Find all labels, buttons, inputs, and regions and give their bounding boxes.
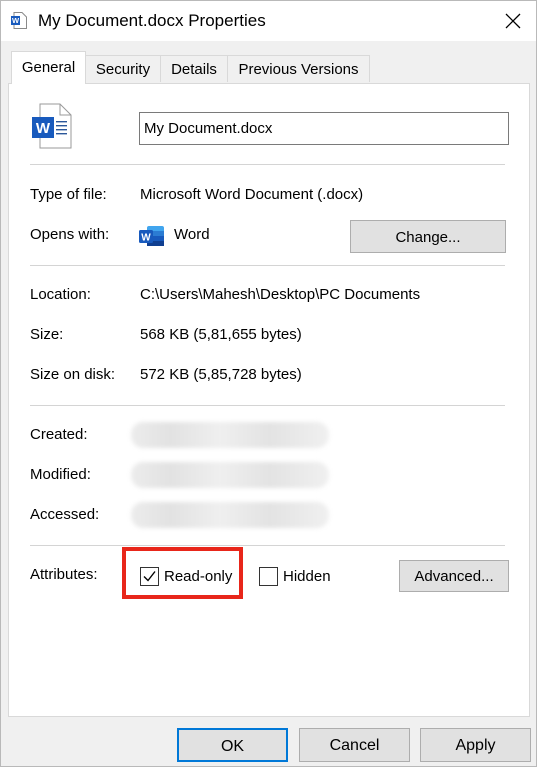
title-bar: W My Document.docx Properties bbox=[1, 1, 536, 41]
word-document-icon: W bbox=[32, 103, 72, 149]
hidden-checkbox[interactable] bbox=[259, 567, 278, 586]
modified-label: Modified: bbox=[30, 466, 91, 483]
accessed-label: Accessed: bbox=[30, 506, 100, 523]
modified-value-blurred bbox=[131, 462, 329, 488]
tab-previous-versions-label: Previous Versions bbox=[238, 61, 359, 78]
change-button[interactable]: Change... bbox=[350, 220, 506, 253]
opens-with-label: Opens with: bbox=[30, 226, 110, 243]
svg-text:W: W bbox=[12, 16, 20, 25]
close-icon bbox=[505, 13, 521, 29]
type-of-file-value: Microsoft Word Document (.docx) bbox=[140, 186, 364, 203]
general-panel bbox=[8, 83, 530, 717]
separator bbox=[30, 164, 505, 165]
location-value: C:\Users\Mahesh\Desktop\PC Documents bbox=[140, 286, 421, 303]
read-only-highlight bbox=[122, 547, 243, 599]
tab-general[interactable]: General bbox=[11, 51, 86, 84]
file-name-input[interactable] bbox=[139, 112, 509, 145]
attributes-label: Attributes: bbox=[30, 566, 98, 583]
tab-details[interactable]: Details bbox=[160, 55, 228, 82]
ok-button[interactable]: OK bbox=[177, 728, 288, 762]
tab-previous-versions[interactable]: Previous Versions bbox=[227, 55, 370, 82]
apply-button[interactable]: Apply bbox=[420, 728, 531, 762]
tab-security-label: Security bbox=[95, 61, 151, 78]
accessed-value-blurred bbox=[131, 502, 329, 528]
separator bbox=[30, 545, 505, 546]
cancel-button[interactable]: Cancel bbox=[299, 728, 410, 762]
properties-dialog: W My Document.docx Properties General Se… bbox=[0, 0, 537, 767]
created-label: Created: bbox=[30, 426, 88, 443]
separator bbox=[30, 265, 505, 266]
svg-text:W: W bbox=[36, 120, 51, 137]
word-app-icon: W bbox=[139, 226, 164, 246]
size-label: Size: bbox=[30, 326, 64, 343]
tab-general-label: General bbox=[21, 59, 76, 76]
tab-details-label: Details bbox=[171, 61, 217, 78]
svg-text:W: W bbox=[141, 233, 151, 244]
size-value: 568 KB (5,81,655 bytes) bbox=[140, 326, 302, 343]
type-of-file-label: Type of file: bbox=[30, 186, 107, 203]
created-value-blurred bbox=[131, 422, 329, 448]
window-title: My Document.docx Properties bbox=[38, 11, 266, 30]
location-label: Location: bbox=[30, 286, 91, 303]
close-button[interactable] bbox=[490, 1, 536, 41]
size-on-disk-value: 572 KB (5,85,728 bytes) bbox=[140, 366, 302, 383]
hidden-label[interactable]: Hidden bbox=[283, 568, 331, 586]
word-document-icon: W bbox=[11, 12, 27, 29]
size-on-disk-label: Size on disk: bbox=[30, 366, 116, 383]
separator bbox=[30, 405, 505, 406]
opens-with-value: Word bbox=[174, 226, 210, 243]
advanced-button[interactable]: Advanced... bbox=[399, 560, 509, 592]
tab-security[interactable]: Security bbox=[85, 55, 161, 82]
